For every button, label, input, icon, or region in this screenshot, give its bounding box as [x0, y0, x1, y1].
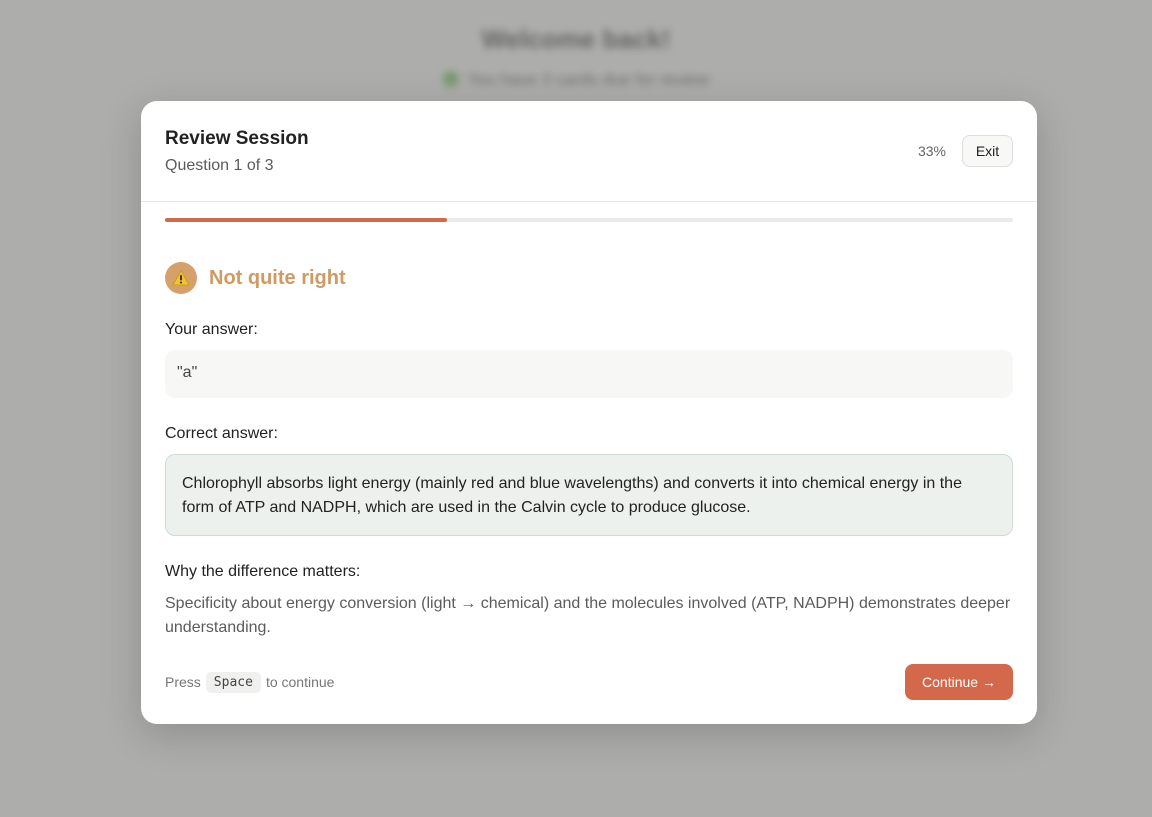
modal-title: Review Session: [165, 128, 309, 149]
progress-bar-fill: [165, 218, 448, 222]
warning-icon: [165, 262, 197, 294]
your-answer-box: "a": [165, 350, 1013, 398]
status-text: Not quite right: [209, 266, 346, 289]
why-explanation: Specificity about energy conversion (lig…: [165, 595, 1011, 636]
your-answer-label: Your answer:: [165, 321, 258, 338]
keyboard-hint: Press Space to continue: [165, 670, 334, 694]
exit-button[interactable]: Exit: [962, 135, 1013, 167]
why-label: Why the difference matters:: [165, 563, 361, 580]
status-dot-icon: [442, 71, 459, 87]
progress-percent: 33%: [917, 143, 946, 159]
space-key: Space: [205, 671, 261, 693]
background-subtitle-text: You have 3 cards due for review: [466, 70, 710, 89]
correct-answer-label: Correct answer:: [165, 425, 278, 442]
continue-button[interactable]: Continue →: [905, 664, 1013, 700]
modal-header: Review Session Question 1 of 3 33% Exit: [141, 101, 1037, 202]
progress-bar: [165, 218, 1013, 222]
hint-suffix: to continue: [265, 674, 335, 690]
question-counter: Question 1 of 3: [165, 157, 274, 174]
review-session-modal: Review Session Question 1 of 3 33% Exit …: [141, 101, 1037, 724]
background-subtitle: You have 3 cards due for review: [0, 70, 1152, 90]
correct-answer-box: Chlorophyll absorbs light energy (mainly…: [165, 454, 1013, 536]
result-status: Not quite right: [165, 262, 346, 294]
hint-prefix: Press: [165, 674, 201, 690]
background-title: Welcome back!: [481, 24, 671, 54]
